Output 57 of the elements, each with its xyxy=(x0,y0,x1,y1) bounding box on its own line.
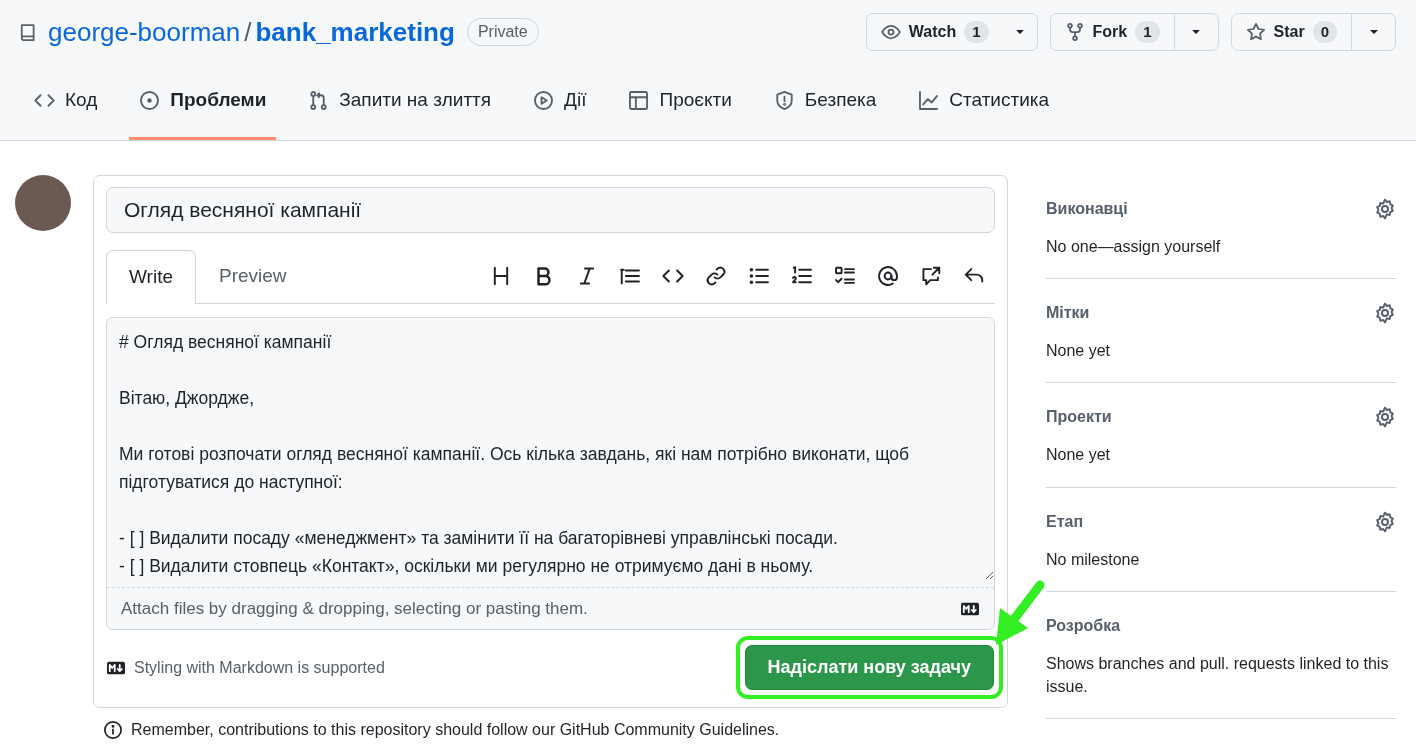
sidebar-value: None yet xyxy=(1046,445,1112,466)
guidelines-notice: Remember, contributions to this repository should follow our GitHub Community Guidelines. xyxy=(131,720,780,740)
user-avatar xyxy=(15,175,71,231)
nav-tab[interactable]: Код xyxy=(24,64,108,140)
counter: 1 xyxy=(964,20,989,44)
cross-reference-icon[interactable] xyxy=(920,265,942,287)
counter: 0 xyxy=(1312,20,1337,44)
nav-tab[interactable]: Запити на злиття xyxy=(298,64,502,140)
sidebar-value: Shows branches and pull. requests linked to this issue. xyxy=(1046,653,1390,697)
path-separator: / xyxy=(244,15,252,49)
table-icon xyxy=(628,90,650,111)
star-icon xyxy=(1245,22,1266,42)
info-icon xyxy=(103,720,123,740)
sidebar-value: No one—assign yourself xyxy=(1046,237,1222,257)
submit-button[interactable]: Надіслати нову задачу xyxy=(744,645,994,690)
sidebar-heading: Етап xyxy=(1046,511,1084,532)
repository-link[interactable]: bank_marketing xyxy=(255,12,455,52)
editor-tab[interactable]: Write xyxy=(106,249,196,304)
shield-icon xyxy=(773,90,795,111)
comment-editor[interactable] xyxy=(106,316,995,630)
body-field[interactable]: # Огляд весняної кампанії Вітаю, Джордже, Ми готові розпочати огляд весняної кампанії. Ось кілька завдань, які нам потрібно виконати, щоб підготуватися до наступної: - [ ] Видалити посаду «менеджмент» та замінити її на багаторівневі управлінські посади. - [ ] Видалити стовпець «Контакт», оскільки ми регулярно не отримуємо дані в ньому. xyxy=(107,317,994,580)
sidebar-heading: Виконавці xyxy=(1046,199,1128,219)
sidebar-heading: Проекти xyxy=(1046,407,1112,428)
markdown-note: Styling with Markdown is supported xyxy=(134,657,385,678)
settings-icon[interactable] xyxy=(1374,198,1396,220)
settings-icon[interactable] xyxy=(1374,510,1396,533)
guidelines-link[interactable]: GitHub Community Guidelines xyxy=(559,721,775,738)
sidebar-value: No milestone xyxy=(1046,549,1141,570)
repository-icon xyxy=(18,22,38,42)
editor-tab[interactable]: Preview xyxy=(196,249,310,303)
sidebar-heading: Розробка xyxy=(1046,615,1121,636)
counter: 1 xyxy=(1135,20,1160,44)
graph-icon xyxy=(918,90,940,111)
watch-button[interactable]: Watch 1 xyxy=(866,14,1003,50)
link-icon[interactable] xyxy=(705,265,727,287)
mention-icon[interactable] xyxy=(877,265,899,287)
pull-request-icon xyxy=(308,90,330,111)
sidebar-value: None yet xyxy=(1046,341,1112,362)
nav-tab[interactable]: Проєкти xyxy=(618,64,742,140)
title-field[interactable]: Огляд весняної кампанії xyxy=(106,187,995,233)
nav-tab[interactable]: Статистика xyxy=(908,64,1060,140)
nav-tab[interactable]: Дії xyxy=(523,64,597,140)
play-icon xyxy=(533,90,555,111)
bulleted-list-icon[interactable] xyxy=(748,265,770,287)
sidebar-heading: Мітки xyxy=(1046,303,1090,324)
settings-icon[interactable] xyxy=(1374,406,1396,429)
fork-button[interactable]: Fork 1 xyxy=(1050,14,1174,50)
nav-tab[interactable]: Безпека xyxy=(763,64,887,140)
owner-link[interactable]: george-boorman xyxy=(48,12,241,52)
eye-icon xyxy=(880,22,901,42)
attach-hint: Attach files by dragging & dropping, selecting or pasting them. xyxy=(121,597,588,620)
fork-icon xyxy=(1064,22,1085,42)
star-button[interactable]: Star 0 xyxy=(1231,14,1351,50)
circle-dot-icon xyxy=(139,90,161,111)
nav-tab[interactable]: Проблеми xyxy=(129,64,277,140)
task-list-icon[interactable] xyxy=(834,265,856,287)
settings-icon[interactable] xyxy=(1374,302,1396,325)
